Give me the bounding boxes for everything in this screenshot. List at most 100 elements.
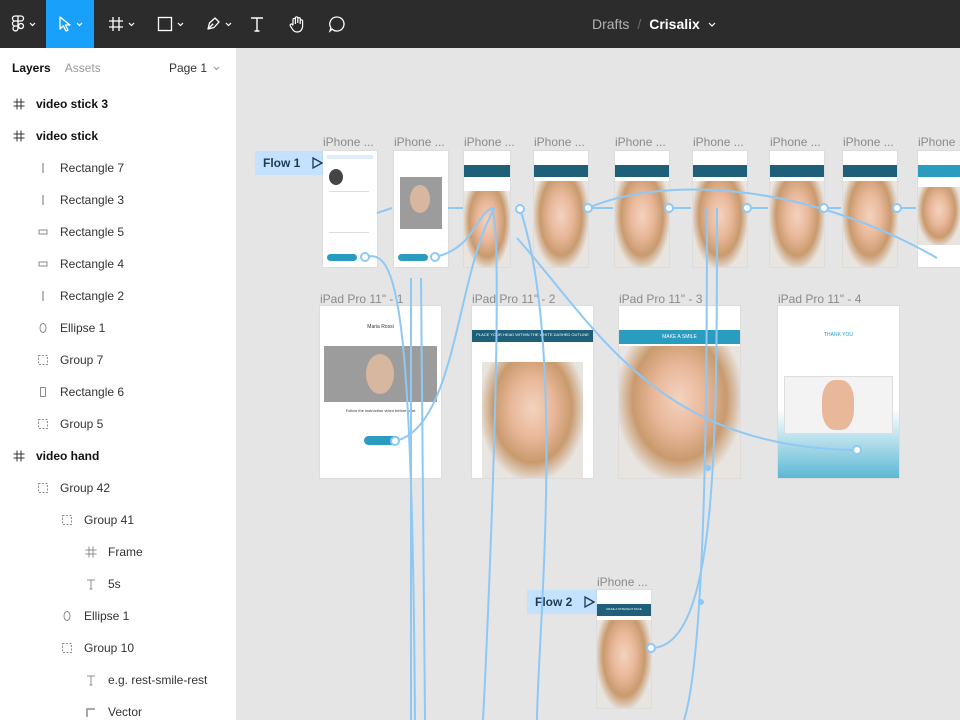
- layer-row[interactable]: Ellipse 1: [0, 600, 236, 632]
- iphone-label-2: iPhone ...: [394, 135, 445, 149]
- chevron-down-icon: [76, 22, 82, 26]
- layer-label: Frame: [108, 545, 143, 559]
- layer-row[interactable]: video hand: [0, 440, 236, 472]
- flow-2-start[interactable]: Flow 2: [527, 590, 601, 614]
- main-menu-button[interactable]: [0, 0, 46, 48]
- ellipse-icon: [36, 321, 50, 335]
- flow-2-label: Flow 2: [535, 595, 573, 609]
- layer-row[interactable]: Group 42: [0, 472, 236, 504]
- move-tool-button[interactable]: [46, 0, 94, 48]
- page-selector[interactable]: Page 1: [169, 48, 220, 88]
- layer-row[interactable]: Group 7: [0, 344, 236, 376]
- layer-row[interactable]: video stick 3: [0, 88, 236, 120]
- tab-assets[interactable]: Assets: [65, 61, 101, 75]
- text-icon: [251, 17, 263, 32]
- iphone-frame-1[interactable]: [323, 151, 377, 267]
- ipad-label-4: iPad Pro 11" - 4: [778, 292, 862, 306]
- iphone-frame-2[interactable]: [394, 151, 448, 267]
- ellipse-icon: [60, 609, 74, 623]
- layer-label: Group 42: [60, 481, 111, 495]
- ipad-2-instruction: PLACE YOUR HEAD WITHIN THE WHITE DASHED …: [476, 332, 589, 337]
- frame-icon: [12, 449, 26, 463]
- layer-label: e.g. rest-smile-rest: [108, 673, 208, 687]
- comment-tool-button[interactable]: [326, 0, 348, 48]
- ipad-frame-1[interactable]: Maria Rossi Follow the instruction video…: [320, 306, 441, 478]
- ipad-3-instruction: MAKE A SMILE: [662, 334, 697, 340]
- layer-row[interactable]: Frame: [0, 536, 236, 568]
- frame-tool-button[interactable]: [104, 0, 138, 48]
- iphone-frame-3[interactable]: [464, 151, 510, 267]
- page-name: Page 1: [168, 61, 207, 75]
- chevron-down-icon: [128, 22, 134, 26]
- layer-row[interactable]: Rectangle 3: [0, 184, 236, 216]
- layer-label: Ellipse 1: [60, 321, 106, 335]
- iphone-frame-5[interactable]: [615, 151, 669, 267]
- ipad-frame-3[interactable]: MAKE A SMILE: [619, 306, 740, 478]
- file-name[interactable]: Crisalix: [649, 16, 700, 32]
- chevron-down-icon: [213, 66, 220, 70]
- text-icon: [84, 673, 98, 687]
- layer-row[interactable]: video stick: [0, 120, 236, 152]
- design-canvas[interactable]: iPhone ... iPhone ... iPhone ... iPhone ...…: [237, 48, 960, 720]
- group-icon: [36, 481, 50, 495]
- pen-tool-button[interactable]: [198, 0, 238, 48]
- ipad-1-name: Maria Rossi: [367, 324, 394, 330]
- hand-tool-button[interactable]: [286, 0, 308, 48]
- layer-label: video stick: [36, 129, 99, 143]
- group-icon: [60, 641, 74, 655]
- shape-tool-button[interactable]: [150, 0, 190, 48]
- iphone-frame-7[interactable]: [770, 151, 824, 267]
- layer-label: video stick 3: [36, 97, 109, 111]
- tab-layers[interactable]: Layers: [12, 61, 51, 75]
- iphone-flow2-frame[interactable]: MAKE A STRAIGHT FACE: [597, 590, 651, 708]
- layer-row[interactable]: Ellipse 1: [0, 312, 236, 344]
- layer-row[interactable]: Rectangle 2: [0, 280, 236, 312]
- layer-row[interactable]: Rectangle 5: [0, 216, 236, 248]
- layer-row[interactable]: Group 5: [0, 408, 236, 440]
- group-icon: [60, 513, 74, 527]
- iphone-label-1: iPhone ...: [323, 135, 374, 149]
- rectangle-icon: [36, 225, 50, 239]
- ipad-frame-4[interactable]: THANK YOU: [778, 306, 899, 478]
- layer-row[interactable]: Rectangle 7: [0, 152, 236, 184]
- layer-label: Rectangle 7: [60, 161, 125, 175]
- vector-icon: [84, 705, 98, 719]
- iphone-frame-9[interactable]: [918, 151, 960, 267]
- layer-row[interactable]: 5s: [0, 568, 236, 600]
- cursor-icon: [58, 16, 71, 32]
- toolbar: Drafts / Crisalix: [0, 0, 960, 48]
- rectangle-icon: [36, 193, 50, 207]
- breadcrumb-drafts[interactable]: Drafts: [592, 16, 629, 32]
- flow-1-label: Flow 1: [263, 156, 301, 170]
- flow-1-start[interactable]: Flow 1: [255, 151, 329, 175]
- iphone-frame-6[interactable]: [693, 151, 747, 267]
- breadcrumb-separator: /: [637, 16, 642, 32]
- layer-row[interactable]: Rectangle 6: [0, 376, 236, 408]
- panel-tabs: Layers Assets Page 1: [0, 48, 236, 88]
- layer-row[interactable]: Group 41: [0, 504, 236, 536]
- layer-label: Rectangle 3: [60, 193, 125, 207]
- iphone-flow2-instruction: MAKE A STRAIGHT FACE: [606, 607, 642, 611]
- text-tool-button[interactable]: [246, 0, 268, 48]
- frame-icon: [12, 129, 26, 143]
- layer-label: Rectangle 4: [60, 257, 125, 271]
- chevron-down-icon[interactable]: [708, 22, 716, 27]
- play-icon: [584, 596, 595, 608]
- layer-label: Rectangle 2: [60, 289, 125, 303]
- layer-row[interactable]: Rectangle 4: [0, 248, 236, 280]
- ipad-label-1: iPad Pro 11" - 1: [320, 292, 404, 306]
- rectangle-icon: [36, 385, 50, 399]
- layer-row[interactable]: Vector: [0, 696, 236, 720]
- layer-label: Ellipse 1: [84, 609, 130, 623]
- iphone-frame-4[interactable]: [534, 151, 588, 267]
- ipad-4-title: THANK YOU: [823, 332, 854, 338]
- iphone-label-7: iPhone ...: [770, 135, 821, 149]
- layer-label: Rectangle 6: [60, 385, 125, 399]
- ipad-frame-2[interactable]: PLACE YOUR HEAD WITHIN THE WHITE DASHED …: [472, 306, 593, 478]
- iphone-frame-8[interactable]: [843, 151, 897, 267]
- comment-icon: [328, 16, 345, 33]
- rectangle-icon: [36, 289, 50, 303]
- group-icon: [36, 353, 50, 367]
- layer-row[interactable]: Group 10: [0, 632, 236, 664]
- layer-row[interactable]: e.g. rest-smile-rest: [0, 664, 236, 696]
